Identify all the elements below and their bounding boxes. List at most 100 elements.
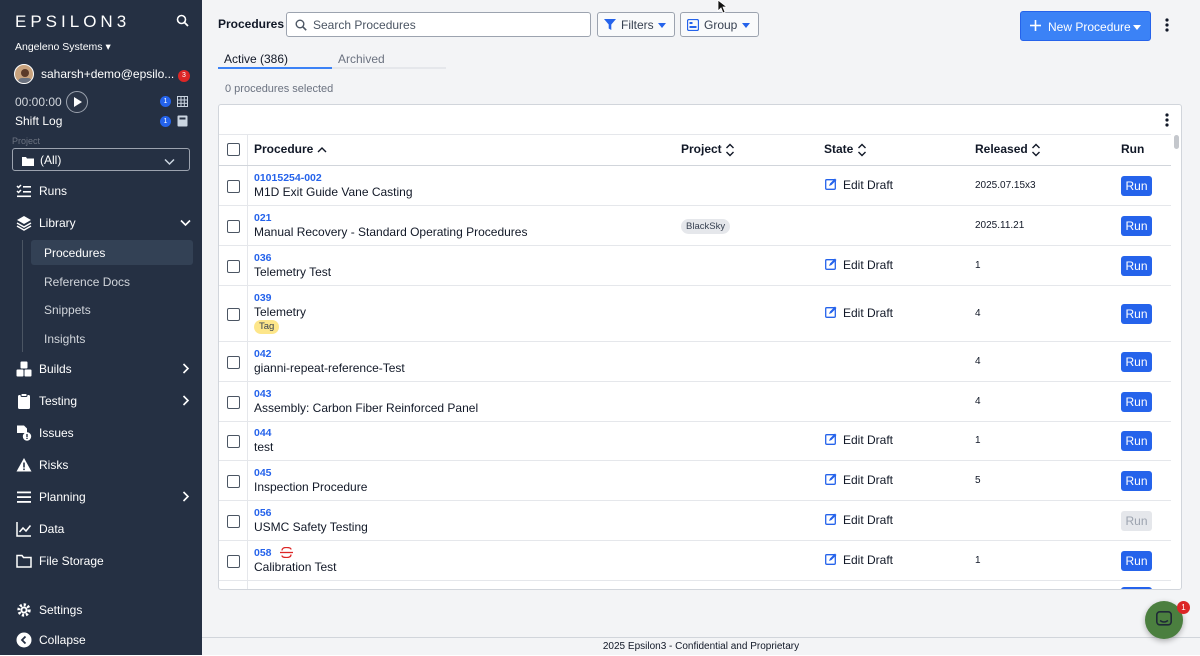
procedure-id-link[interactable]: 021 — [254, 212, 272, 224]
shift-log-link[interactable]: Shift Log — [15, 114, 62, 128]
row-checkbox[interactable] — [227, 260, 240, 273]
play-button[interactable] — [66, 91, 88, 113]
nav-insights[interactable]: Insights — [31, 326, 193, 351]
procedure-name[interactable]: Telemetry Test — [254, 265, 331, 279]
row-checkbox[interactable] — [227, 220, 240, 233]
run-button[interactable]: Run — [1121, 176, 1152, 196]
user-menu[interactable]: saharsh+demo@epsilo... — [41, 67, 174, 81]
run-button[interactable]: Run — [1121, 216, 1152, 236]
menu-icon — [16, 489, 32, 505]
table-row[interactable]: 021 Manual Recovery - Standard Operating … — [219, 206, 1171, 246]
run-button[interactable]: Run — [1121, 431, 1152, 451]
tab-archived[interactable]: Archived — [332, 52, 446, 69]
run-button[interactable]: Run — [1121, 511, 1152, 531]
run-button[interactable]: Run — [1121, 551, 1152, 571]
column-label: Project — [681, 142, 722, 156]
table-row[interactable]: 058 Calibration Test Edit Draft 1 Run — [219, 541, 1171, 581]
nav-procedures[interactable]: Procedures — [31, 240, 193, 265]
run-button[interactable]: Run — [1121, 304, 1152, 324]
run-button[interactable]: Run — [1121, 392, 1152, 412]
new-procedure-button[interactable]: New Procedure — [1020, 11, 1151, 41]
procedure-name[interactable]: Assembly: Carbon Fiber Reinforced Panel — [254, 401, 478, 415]
edit-draft-link[interactable]: Edit Draft — [825, 178, 893, 193]
nav-file-storage[interactable]: File Storage — [0, 548, 202, 574]
row-checkbox[interactable] — [227, 475, 240, 488]
edit-draft-link[interactable]: Edit Draft — [825, 553, 893, 568]
table-row[interactable]: 044 test Edit Draft 1 Run — [219, 421, 1171, 461]
table-row[interactable]: 01015254-002 M1D Exit Guide Vane Casting E… — [219, 166, 1171, 206]
nav-data[interactable]: Data — [0, 516, 202, 542]
column-header-project[interactable]: Project — [681, 142, 735, 157]
nav-testing[interactable]: Testing — [0, 388, 202, 414]
column-header-state[interactable]: State — [824, 142, 867, 157]
row-checkbox[interactable] — [227, 555, 240, 568]
scrollbar[interactable] — [1174, 135, 1179, 149]
filters-button[interactable]: Filters — [597, 12, 675, 37]
row-checkbox[interactable] — [227, 435, 240, 448]
nav-issues[interactable]: Issues — [0, 420, 202, 446]
table-row[interactable]: 043 Assembly: Carbon Fiber Reinforced Pan… — [219, 382, 1171, 422]
procedure-id-link[interactable]: 039 — [254, 292, 272, 304]
nav-reference-docs[interactable]: Reference Docs — [31, 269, 193, 294]
nav-risks[interactable]: Risks — [0, 452, 202, 478]
nav-settings[interactable]: Settings — [0, 597, 202, 623]
run-button[interactable]: Run — [1121, 471, 1152, 491]
nav-planning[interactable]: Planning — [0, 484, 202, 510]
row-checkbox[interactable] — [227, 308, 240, 321]
run-button[interactable]: Run — [1121, 352, 1152, 372]
table-row[interactable]: 056 USMC Safety Testing Edit Draft Run — [219, 501, 1171, 541]
tab-active[interactable]: Active (386) — [218, 52, 332, 69]
kebab-menu-icon[interactable] — [1165, 113, 1169, 130]
table-row[interactable]: 045 Inspection Procedure Edit Draft 5 Run — [219, 461, 1171, 501]
edit-draft-link[interactable]: Edit Draft — [825, 513, 893, 528]
procedure-id-link[interactable]: 042 — [254, 348, 272, 360]
procedure-name[interactable]: Manual Recovery - Standard Operating Pro… — [254, 225, 527, 239]
search-input[interactable]: Search Procedures — [286, 12, 591, 37]
procedure-id-link[interactable]: 056 — [254, 507, 272, 519]
nav-library[interactable]: Library — [0, 210, 202, 236]
procedure-name[interactable]: test — [254, 440, 273, 454]
procedure-name[interactable]: M1D Exit Guide Vane Casting — [254, 185, 413, 199]
table-row[interactable]: 042 gianni-repeat-reference-Test 4 Run — [219, 342, 1171, 382]
nav-snippets[interactable]: Snippets — [31, 297, 193, 322]
procedure-id-link[interactable]: 044 — [254, 427, 272, 439]
edit-draft-link[interactable]: Edit Draft — [825, 473, 893, 488]
procedure-name[interactable]: Calibration Test — [254, 560, 337, 574]
procedure-id-link[interactable]: 045 — [254, 467, 272, 479]
kebab-menu-icon[interactable] — [1165, 18, 1169, 35]
row-checkbox[interactable] — [227, 515, 240, 528]
procedure-id-link[interactable]: 01015254-002 — [254, 172, 322, 184]
project-select[interactable]: (All) — [12, 148, 190, 171]
nav-builds[interactable]: Builds — [0, 356, 202, 382]
procedure-id-link[interactable]: 043 — [254, 388, 272, 400]
row-checkbox[interactable] — [227, 396, 240, 409]
column-header-released[interactable]: Released — [975, 142, 1041, 157]
edit-draft-link[interactable]: Edit Draft — [825, 258, 893, 273]
app-logo[interactable]: EPSILON3 — [15, 12, 130, 32]
timer-display: 00:00:00 — [15, 95, 62, 109]
edit-draft-link[interactable]: Edit Draft — [825, 306, 893, 321]
procedure-id-link[interactable]: 036 — [254, 252, 272, 264]
avatar[interactable] — [14, 64, 34, 84]
notification-badge[interactable]: 3 — [178, 70, 190, 82]
select-all-checkbox[interactable] — [227, 143, 240, 156]
row-checkbox[interactable] — [227, 356, 240, 369]
run-button[interactable]: Run — [1121, 256, 1152, 276]
procedure-name[interactable]: Inspection Procedure — [254, 480, 367, 494]
procedure-name[interactable]: Telemetry — [254, 305, 306, 319]
org-switcher[interactable]: Angeleno Systems ▾ — [15, 41, 111, 53]
column-header-procedure[interactable]: Procedure — [254, 142, 327, 156]
nav-collapse[interactable]: Collapse — [0, 627, 202, 653]
book-icon[interactable] — [177, 115, 188, 130]
procedure-name[interactable]: gianni-repeat-reference-Test — [254, 361, 405, 375]
row-checkbox[interactable] — [227, 180, 240, 193]
nav-runs[interactable]: Runs — [0, 178, 202, 204]
grid-icon[interactable] — [177, 96, 188, 110]
run-button[interactable] — [1121, 587, 1152, 589]
procedure-name[interactable]: USMC Safety Testing — [254, 520, 368, 534]
search-icon[interactable] — [176, 14, 189, 30]
edit-draft-link[interactable]: Edit Draft — [825, 433, 893, 448]
procedure-id-link[interactable]: 058 — [254, 547, 272, 559]
table-row[interactable]: 039 Telemetry Tag Edit Draft 4 Run — [219, 286, 1171, 342]
table-row[interactable]: 036 Telemetry Test Edit Draft 1 Run — [219, 246, 1171, 286]
